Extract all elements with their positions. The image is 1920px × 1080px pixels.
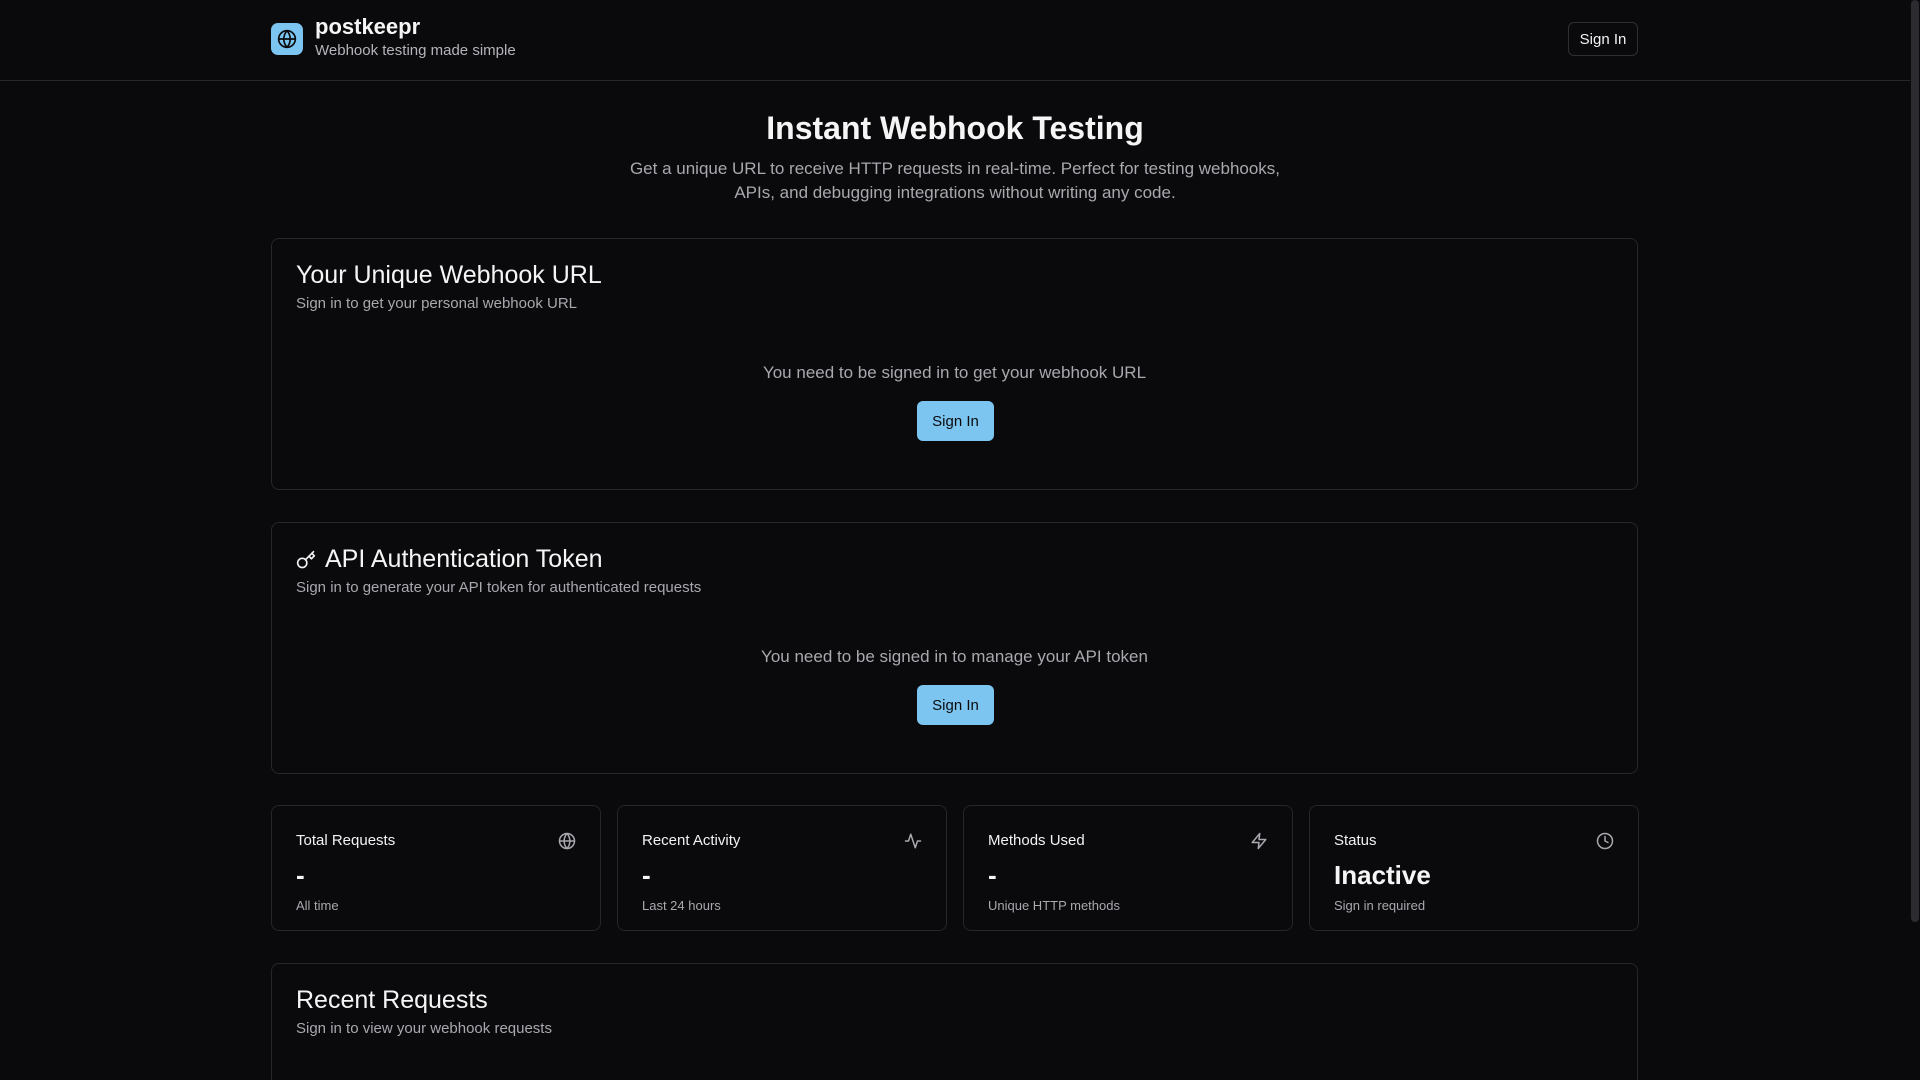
stat-label: Methods Used [988, 832, 1085, 849]
stat-value: - [988, 860, 997, 890]
api-token-card: API Authentication Token Sign in to gene… [271, 522, 1638, 774]
stat-card-recent-activity: Recent Activity - Last 24 hours [617, 805, 947, 931]
webhook-card-subtitle: Sign in to get your personal webhook URL [296, 295, 578, 312]
recent-requests-subtitle: Sign in to view your webhook requests [296, 1020, 552, 1037]
token-card-subtitle: Sign in to generate your API token for a… [296, 579, 702, 596]
brand-tagline: Webhook testing made simple [315, 42, 516, 59]
stat-label: Total Requests [296, 832, 396, 849]
webhook-url-card: Your Unique Webhook URL Sign in to get y… [271, 238, 1638, 490]
stat-value: - [642, 860, 651, 890]
stat-label: Status [1334, 832, 1377, 849]
token-card-title: API Authentication Token [325, 545, 603, 573]
scrollbar-thumb[interactable] [1911, 0, 1919, 922]
activity-icon [904, 832, 922, 850]
stat-value: - [296, 860, 305, 890]
stat-note: All time [296, 898, 339, 913]
brand[interactable]: postkeepr Webhook testing made simple [271, 14, 516, 60]
recent-requests-card: Recent Requests Sign in to view your web… [271, 963, 1638, 1080]
key-icon [296, 550, 316, 570]
stat-note: Unique HTTP methods [988, 898, 1120, 913]
top-header: postkeepr Webhook testing made simple Si… [0, 0, 1910, 81]
header-sign-in-button[interactable]: Sign In [1568, 22, 1638, 56]
webhook-sign-in-button[interactable]: Sign In [917, 401, 994, 441]
webhook-card-message: You need to be signed in to get your web… [762, 363, 1147, 382]
brand-name: postkeepr [315, 14, 421, 39]
token-card-message: You need to be signed in to manage your … [761, 647, 1148, 666]
token-card-heading: API Authentication Token [296, 545, 603, 574]
stat-note: Last 24 hours [642, 898, 721, 913]
stat-card-methods-used: Methods Used - Unique HTTP methods [963, 805, 1293, 931]
stat-value: Inactive [1334, 860, 1431, 890]
globe-icon [271, 23, 303, 55]
stat-label: Recent Activity [642, 832, 741, 849]
page-title: Instant Webhook Testing [766, 110, 1144, 146]
stat-note: Sign in required [1334, 898, 1426, 913]
recent-requests-title: Recent Requests [296, 986, 488, 1014]
stat-card-total-requests: Total Requests - All time [271, 805, 601, 931]
clock-icon [1596, 832, 1614, 850]
zap-icon [1250, 832, 1268, 850]
stat-card-status: Status Inactive Sign in required [1309, 805, 1639, 931]
globe-icon [558, 832, 576, 850]
token-sign-in-button[interactable]: Sign In [917, 685, 994, 725]
webhook-card-title: Your Unique Webhook URL [296, 261, 602, 289]
page-subtitle: Get a unique URL to receive HTTP request… [629, 159, 1281, 202]
